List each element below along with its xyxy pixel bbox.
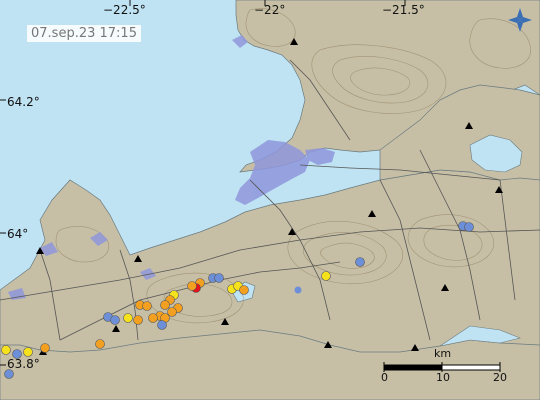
quake-marker <box>1 345 11 355</box>
scale-tick-label: 20 <box>493 371 507 384</box>
quake-marker <box>355 257 365 267</box>
quake-marker <box>123 313 133 323</box>
longitude-label: −22° <box>254 3 286 17</box>
quake-marker <box>214 273 224 283</box>
latitude-label: 64.2° <box>7 95 40 109</box>
longitude-label: −22.5° <box>103 3 146 17</box>
quake-marker <box>142 301 152 311</box>
quake-marker <box>160 300 170 310</box>
latitude-label: 64° <box>7 227 29 241</box>
quake-marker <box>157 320 167 330</box>
quake-marker <box>110 315 120 325</box>
scale-tick-label: 10 <box>436 371 450 384</box>
timestamp-label: 07.sep.23 17:15 <box>27 25 141 42</box>
quake-marker <box>239 285 249 295</box>
scale-unit-label: km <box>434 347 452 360</box>
latitude-label: 63.8° <box>7 357 40 371</box>
quake-marker <box>464 222 474 232</box>
quake-marker <box>294 286 302 294</box>
longitude-label: −21.5° <box>382 3 425 17</box>
scale-tick-label: 0 <box>381 371 388 384</box>
quake-marker <box>187 281 197 291</box>
quake-marker <box>148 313 158 323</box>
quake-marker <box>95 339 105 349</box>
quake-marker <box>321 271 331 281</box>
quake-marker <box>40 343 50 353</box>
quake-marker <box>133 315 143 325</box>
map-canvas <box>0 0 540 400</box>
quake-marker <box>23 347 33 357</box>
